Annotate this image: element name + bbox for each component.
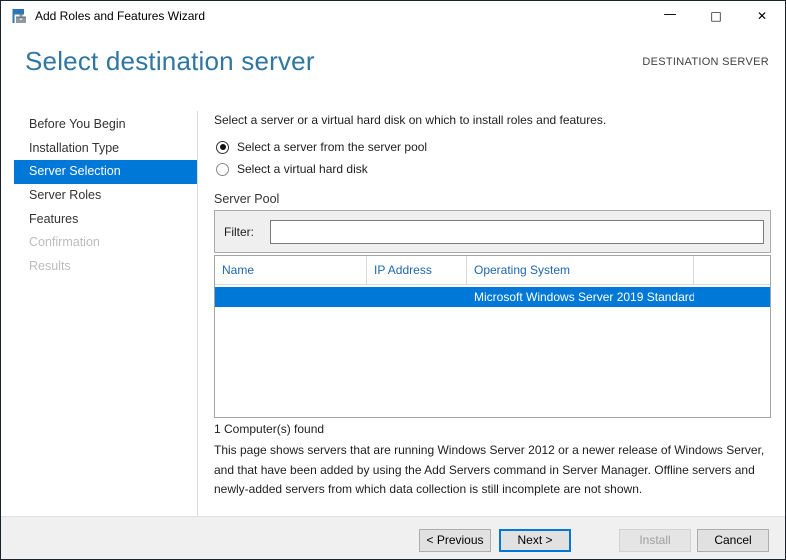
column-header-name[interactable]: Name <box>215 256 367 284</box>
column-header-operating-system[interactable]: Operating System <box>467 256 694 284</box>
filter-panel: Filter: <box>214 210 771 253</box>
column-header-spacer <box>694 256 770 284</box>
radio-virtual-hard-disk-label: Select a virtual hard disk <box>237 162 368 176</box>
cell-ip-address <box>367 287 467 307</box>
titlebar: Add Roles and Features Wizard — □ ✕ <box>1 1 785 31</box>
page-title: Select destination server <box>25 46 315 77</box>
nav-results: Results <box>14 255 197 279</box>
filter-label: Filter: <box>224 225 254 239</box>
nav-before-you-begin[interactable]: Before You Begin <box>14 113 197 137</box>
page-description: This page shows servers that are running… <box>214 441 774 500</box>
maximize-button[interactable]: □ <box>693 1 739 31</box>
radio-virtual-hard-disk[interactable]: Select a virtual hard disk <box>216 160 368 178</box>
window-title: Add Roles and Features Wizard <box>35 1 205 31</box>
column-header-ip-address[interactable]: IP Address <box>367 256 467 284</box>
intro-text: Select a server or a virtual hard disk o… <box>214 113 606 127</box>
nav-server-selection[interactable]: Server Selection <box>14 160 197 184</box>
server-pool-table: Name IP Address Operating System Microso… <box>214 255 771 418</box>
table-body: Microsoft Windows Server 2019 Standard <box>215 285 770 417</box>
minimize-button[interactable]: — <box>647 1 693 31</box>
nav-features[interactable]: Features <box>14 208 197 232</box>
next-button[interactable]: Next > <box>499 529 571 552</box>
wizard-window: Add Roles and Features Wizard — □ ✕ Sele… <box>0 0 786 560</box>
filter-input[interactable] <box>270 220 764 244</box>
footer-bar: < Previous Next > Install Cancel <box>1 516 785 559</box>
radio-unselected-icon[interactable] <box>216 163 229 176</box>
table-row[interactable]: Microsoft Windows Server 2019 Standard <box>215 287 770 307</box>
radio-server-pool[interactable]: Select a server from the server pool <box>216 138 427 156</box>
cell-operating-system: Microsoft Windows Server 2019 Standard <box>467 287 694 307</box>
destination-server-label: DESTINATION SERVER <box>642 56 769 68</box>
wizard-nav: Before You Begin Installation Type Serve… <box>14 113 197 279</box>
computers-found-text: 1 Computer(s) found <box>214 422 324 436</box>
server-pool-label: Server Pool <box>214 192 279 206</box>
table-header-row: Name IP Address Operating System <box>215 256 770 285</box>
cancel-button[interactable]: Cancel <box>697 529 769 552</box>
nav-server-roles[interactable]: Server Roles <box>14 184 197 208</box>
cell-name <box>215 287 367 307</box>
sidebar-divider <box>197 111 198 517</box>
radio-selected-icon[interactable] <box>216 141 229 154</box>
radio-server-pool-label: Select a server from the server pool <box>237 140 427 154</box>
nav-installation-type[interactable]: Installation Type <box>14 137 197 161</box>
previous-button[interactable]: < Previous <box>419 529 491 552</box>
window-controls: — □ ✕ <box>647 1 785 31</box>
install-button: Install <box>619 529 691 552</box>
server-manager-icon <box>11 8 27 24</box>
nav-confirmation: Confirmation <box>14 231 197 255</box>
close-button[interactable]: ✕ <box>739 1 785 31</box>
